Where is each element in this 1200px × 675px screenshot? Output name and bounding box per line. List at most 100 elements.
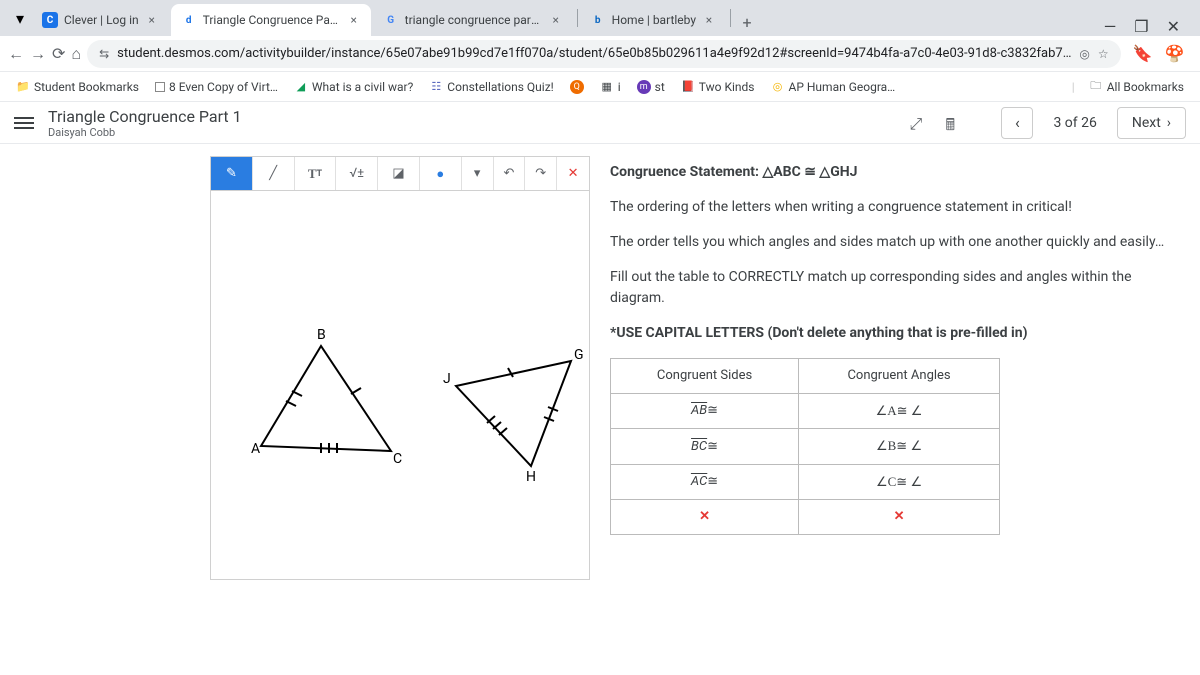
eraser-tool[interactable]: ◪ — [378, 157, 420, 190]
table-row: ✕ ✕ — [611, 500, 1000, 535]
line-tool[interactable]: ╱ — [253, 157, 295, 190]
table-header-sides: Congruent Sides — [611, 359, 799, 394]
color-tool[interactable]: ● — [420, 157, 462, 190]
angle-cell[interactable]: ∠B≅ ∠ — [799, 429, 1000, 465]
table-row: BC≅ ∠B≅ ∠ — [611, 429, 1000, 465]
maximize-icon[interactable]: ❐ — [1134, 17, 1148, 36]
bookmark-label: Student Bookmarks — [34, 80, 139, 94]
favicon: b — [590, 12, 606, 28]
close-window-icon[interactable]: ✕ — [1167, 17, 1180, 36]
bookmark-item[interactable]: ▦i — [594, 76, 627, 98]
prev-button[interactable]: ‹ — [1001, 107, 1033, 139]
reload-button[interactable]: ⟳ — [52, 40, 65, 68]
bookmark-item[interactable]: 📕 Two Kinds — [675, 76, 761, 98]
minimize-icon[interactable]: — — [1104, 17, 1117, 36]
vertex-b: B — [317, 327, 326, 343]
vertex-h: H — [526, 469, 536, 485]
page-counter: 3 of 26 — [1043, 115, 1106, 131]
folder-icon: 📁 — [16, 80, 30, 94]
clear-tool[interactable]: ✕ — [557, 157, 589, 190]
divider: | — [1072, 80, 1075, 94]
content-area: ✎ ╱ TT √± ◪ ● ▾ ↶ ↷ ✕ A B C — [0, 144, 1200, 592]
folder-icon: 🗀 — [1089, 80, 1103, 94]
next-button[interactable]: Next› — [1117, 107, 1186, 139]
browser-tab[interactable]: C Clever | Log in × — [32, 4, 169, 36]
math-tool[interactable]: √± — [336, 157, 378, 190]
pen-tool[interactable]: ✎ — [211, 157, 253, 190]
browser-tab[interactable]: G triangle congruence part 1 ans × — [373, 4, 573, 36]
bookmark-label: What is a civil war? — [312, 80, 413, 94]
bookmark-item[interactable]: 8 Even Copy of Virt… — [149, 76, 284, 98]
angle-cell[interactable]: ∠C≅ ∠ — [799, 464, 1000, 500]
bookmark-item[interactable]: Q — [564, 76, 590, 98]
new-tab-button[interactable]: + — [733, 8, 761, 36]
x-cell[interactable]: ✕ — [799, 500, 1000, 535]
side-cell[interactable]: AB≅ — [611, 393, 799, 429]
address-bar: ← → ⟳ ⌂ ⇆ student.desmos.com/activitybui… — [0, 36, 1200, 72]
x-cell[interactable]: ✕ — [611, 500, 799, 535]
window-controls: — ❐ ✕ — [1104, 17, 1192, 36]
undo-tool[interactable]: ↶ — [494, 157, 526, 190]
bookmark-item[interactable]: ☷Constellations Quiz! — [423, 76, 559, 98]
bookmark-label: Constellations Quiz! — [447, 80, 553, 94]
close-tab-icon[interactable]: × — [145, 13, 159, 27]
calculator-icon[interactable]: 🖩 — [945, 114, 963, 132]
m-icon: m — [637, 80, 651, 94]
page-icon — [155, 82, 165, 92]
side-cell[interactable]: AC≅ — [611, 464, 799, 500]
bookmark-item[interactable]: ◎AP Human Geogra… — [765, 76, 902, 98]
color-dropdown[interactable]: ▾ — [462, 157, 494, 190]
activity-header: Triangle Congruence Part 1 Daisyah Cobb … — [0, 102, 1200, 144]
angle-cell[interactable]: ∠A≅ ∠ — [799, 393, 1000, 429]
instruction-p2: The order tells you which angles and sid… — [610, 232, 1180, 253]
redo-tool[interactable]: ↷ — [525, 157, 557, 190]
vertex-g: G — [574, 347, 584, 363]
side-cell[interactable]: BC≅ — [611, 429, 799, 465]
bookmark-item[interactable]: mst — [631, 76, 671, 98]
instructions-column: Congruence Statement: △ABC ≅ △GHJ The or… — [590, 156, 1200, 580]
close-tab-icon[interactable]: × — [549, 13, 563, 27]
bookmark-label: st — [655, 80, 665, 94]
table-row: AC≅ ∠C≅ ∠ — [611, 464, 1000, 500]
star-icon[interactable]: ☆ — [1098, 47, 1109, 61]
all-bookmarks[interactable]: | 🗀 All Bookmarks — [1066, 76, 1190, 98]
close-tab-icon[interactable]: × — [702, 13, 716, 27]
table-row: AB≅ ∠A≅ ∠ — [611, 393, 1000, 429]
browser-tab-strip: ▾ C Clever | Log in × d Triangle Congrue… — [0, 0, 1200, 36]
page-author: Daisyah Cobb — [48, 126, 242, 139]
drive-icon: ◢ — [294, 80, 308, 94]
text-tool[interactable]: TT — [295, 157, 337, 190]
tab-title: Triangle Congruence Part 1 — [203, 13, 341, 27]
home-button[interactable]: ⌂ — [71, 40, 81, 68]
back-button[interactable]: ← — [8, 40, 24, 68]
forward-button[interactable]: → — [30, 40, 46, 68]
bookmark-item[interactable]: 📁 Student Bookmarks — [10, 76, 145, 98]
favicon: d — [181, 12, 197, 28]
favicon: C — [42, 12, 58, 28]
drawing-canvas[interactable]: A B C G H J — [210, 190, 590, 580]
extension-icon[interactable]: 🔖 — [1133, 44, 1153, 64]
triangles-figure: A B C G H J — [211, 191, 591, 581]
close-tab-icon[interactable]: × — [347, 13, 361, 27]
bookmark-item[interactable]: ◢ What is a civil war? — [288, 76, 419, 98]
vertex-a: A — [251, 441, 260, 457]
header-actions: ⤢ 🖩 ‹ 3 of 26 Next› — [909, 107, 1186, 139]
favicon: G — [383, 12, 399, 28]
tab-title: Clever | Log in — [64, 13, 139, 27]
tabs-dropdown[interactable]: ▾ — [8, 0, 32, 36]
browser-tab[interactable]: d Triangle Congruence Part 1 × — [171, 4, 371, 36]
url-field[interactable]: ⇆ student.desmos.com/activitybuilder/ins… — [87, 40, 1121, 68]
book-icon: 📕 — [681, 80, 695, 94]
url-text: student.desmos.com/activitybuilder/insta… — [117, 46, 1071, 61]
menu-button[interactable] — [14, 113, 34, 133]
bookmark-label: Two Kinds — [699, 80, 755, 94]
vertex-j: J — [443, 371, 451, 387]
instruction-p4: *USE CAPITAL LETTERS (Don't delete anyth… — [610, 323, 1180, 344]
extension-icon[interactable]: 🍄 — [1165, 44, 1185, 64]
bookmark-label: All Bookmarks — [1107, 80, 1184, 94]
browser-tab[interactable]: b Home | bartleby × — [580, 4, 726, 36]
location-icon[interactable]: ◎ — [1079, 47, 1089, 61]
bookmark-label: i — [618, 80, 621, 94]
fullscreen-icon[interactable]: ⤢ — [909, 114, 927, 132]
site-info-icon[interactable]: ⇆ — [99, 47, 109, 61]
